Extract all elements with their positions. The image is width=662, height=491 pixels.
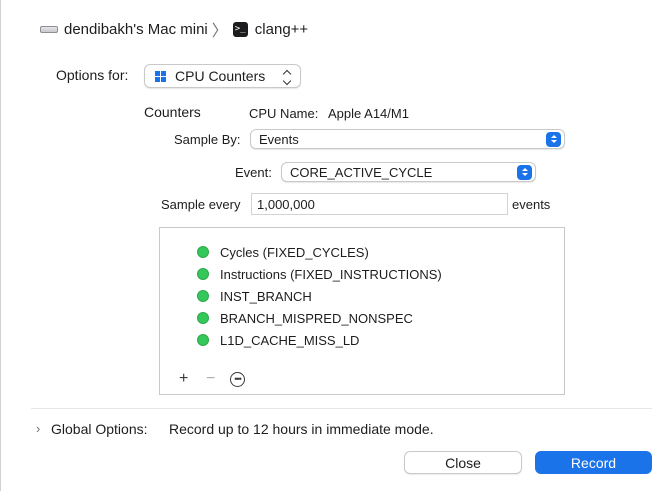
- status-dot-icon: [197, 334, 209, 346]
- grid-icon: [155, 70, 166, 82]
- sample-every-label: Sample every: [161, 197, 241, 212]
- global-options-value: Record up to 12 hours in immediate mode.: [169, 421, 434, 437]
- counter-label: Cycles (FIXED_CYCLES): [220, 244, 369, 260]
- add-counter-button[interactable]: +: [179, 370, 188, 388]
- status-dot-icon: [197, 312, 209, 324]
- stepper-icon: [546, 131, 561, 147]
- sample-every-value: 1,000,000: [257, 196, 315, 212]
- breadcrumb: dendibakh's Mac mini 〉 >_ clang++: [40, 18, 308, 40]
- instrument-popup-value: CPU Counters: [175, 68, 266, 84]
- list-item[interactable]: Instructions (FIXED_INSTRUCTIONS): [197, 265, 442, 283]
- disclosure-chevron-icon[interactable]: ›: [36, 421, 40, 436]
- sample-by-popup[interactable]: Events: [250, 129, 565, 149]
- counter-label: Instructions (FIXED_INSTRUCTIONS): [220, 266, 442, 282]
- sample-by-value: Events: [259, 131, 299, 147]
- counter-label: L1D_CACHE_MISS_LD: [220, 332, 360, 348]
- cpu-name-label: CPU Name:: [249, 106, 319, 121]
- counters-heading: Counters: [144, 104, 201, 120]
- chevron-right-icon: 〉: [211, 23, 228, 40]
- counter-label: INST_BRANCH: [220, 288, 312, 304]
- terminal-icon: >_: [232, 21, 248, 37]
- options-for-label: Options for:: [56, 67, 129, 83]
- divider: [31, 408, 652, 409]
- counters-list[interactable]: Cycles (FIXED_CYCLES) Instructions (FIXE…: [159, 227, 565, 395]
- event-value: CORE_ACTIVE_CYCLE: [290, 164, 433, 180]
- chevron-updown-icon: [280, 69, 294, 84]
- status-dot-icon: [197, 268, 209, 280]
- event-popup[interactable]: CORE_ACTIVE_CYCLE: [281, 162, 536, 182]
- global-options-label: Global Options:: [51, 421, 148, 437]
- mac-mini-icon: [40, 26, 58, 33]
- status-dot-icon: [197, 246, 209, 258]
- counter-label: BRANCH_MISPRED_NONSPEC: [220, 310, 413, 326]
- sample-unit-label: events: [512, 197, 551, 212]
- sample-by-label: Sample By:: [174, 132, 241, 147]
- list-item[interactable]: INST_BRANCH: [197, 287, 312, 305]
- list-item[interactable]: Cycles (FIXED_CYCLES): [197, 243, 369, 261]
- record-button[interactable]: Record: [535, 451, 652, 474]
- window-border: [0, 0, 1, 491]
- status-dot-icon: [197, 290, 209, 302]
- more-options-icon[interactable]: •••: [230, 372, 245, 387]
- target-name[interactable]: clang++: [255, 21, 308, 38]
- device-name[interactable]: dendibakh's Mac mini: [64, 21, 208, 38]
- sample-every-input[interactable]: 1,000,000: [251, 193, 508, 215]
- stepper-icon: [517, 164, 532, 180]
- list-item[interactable]: L1D_CACHE_MISS_LD: [197, 331, 359, 349]
- list-item[interactable]: BRANCH_MISPRED_NONSPEC: [197, 309, 413, 327]
- cpu-name-value: Apple A14/M1: [328, 106, 409, 121]
- close-button[interactable]: Close: [404, 451, 522, 474]
- instrument-popup[interactable]: CPU Counters: [144, 64, 301, 88]
- event-label: Event:: [235, 165, 272, 180]
- remove-counter-button[interactable]: −: [206, 370, 215, 388]
